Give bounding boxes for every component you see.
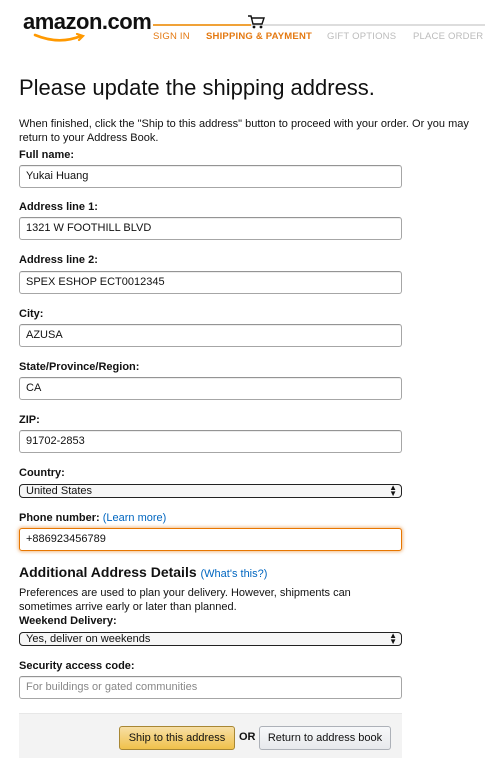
security-code-input[interactable]: For buildings or gated communities: [19, 676, 402, 699]
country-value: United States: [26, 485, 93, 497]
progress-fill: [153, 24, 251, 26]
cart-icon: [248, 15, 265, 29]
step-gift-options: GIFT OPTIONS: [327, 31, 397, 42]
address-line1-label: Address line 1:: [19, 201, 98, 213]
or-separator: OR: [239, 731, 256, 743]
step-sign-in[interactable]: SIGN IN: [153, 31, 190, 42]
step-place-order: PLACE ORDER: [413, 31, 484, 42]
state-input[interactable]: CA: [19, 377, 402, 400]
zip-input[interactable]: 91702-2853: [19, 430, 402, 453]
phone-label-text: Phone number:: [19, 512, 100, 524]
weekend-delivery-label: Weekend Delivery:: [19, 615, 117, 627]
additional-details-description: Preferences are used to plan your delive…: [19, 587, 351, 613]
checkout-header: amazon.com SIGN IN SHIPPING & PAYMENT GI…: [0, 0, 485, 60]
address-line2-input[interactable]: SPEX ESHOP ECT0012345: [19, 271, 402, 294]
additional-details-title: Additional Address Details (What's this?…: [19, 564, 267, 580]
step-shipping-payment: SHIPPING & PAYMENT: [206, 31, 313, 42]
logo-text: amazon.com: [23, 9, 152, 34]
address-line2-label: Address line 2:: [19, 254, 98, 266]
phone-label: Phone number: (Learn more): [19, 512, 166, 524]
country-label: Country:: [19, 467, 65, 479]
phone-input[interactable]: +886923456789: [19, 528, 402, 551]
zip-label: ZIP:: [19, 414, 40, 426]
full-name-label: Full name:: [19, 149, 75, 161]
return-to-address-book-button[interactable]: Return to address book: [259, 726, 391, 750]
additional-details-heading: Additional Address Details: [19, 564, 197, 580]
full-name-input[interactable]: Yukai Huang: [19, 165, 402, 188]
intro-text: When finished, click the "Ship to this a…: [19, 118, 469, 144]
page-title: Please update the shipping address.: [19, 75, 375, 100]
select-arrows-icon: ▲ ▼: [389, 483, 397, 498]
security-code-label: Security access code:: [19, 660, 135, 672]
learn-more-link[interactable]: (Learn more): [103, 512, 167, 524]
country-select[interactable]: United States ▲ ▼: [19, 484, 402, 498]
address-line1-input[interactable]: 1321 W FOOTHILL BLVD: [19, 217, 402, 240]
whats-this-link[interactable]: (What's this?): [201, 568, 268, 580]
weekend-delivery-select[interactable]: Yes, deliver on weekends ▲ ▼: [19, 632, 402, 646]
select-arrows-icon: ▲ ▼: [389, 631, 397, 646]
amazon-logo[interactable]: amazon.com: [23, 9, 152, 42]
city-label: City:: [19, 308, 44, 320]
weekend-delivery-value: Yes, deliver on weekends: [26, 633, 151, 645]
state-label: State/Province/Region:: [19, 361, 140, 373]
smile-arrow-icon: [33, 33, 86, 42]
ship-to-address-button[interactable]: Ship to this address: [119, 726, 235, 750]
city-input[interactable]: AZUSA: [19, 324, 402, 347]
